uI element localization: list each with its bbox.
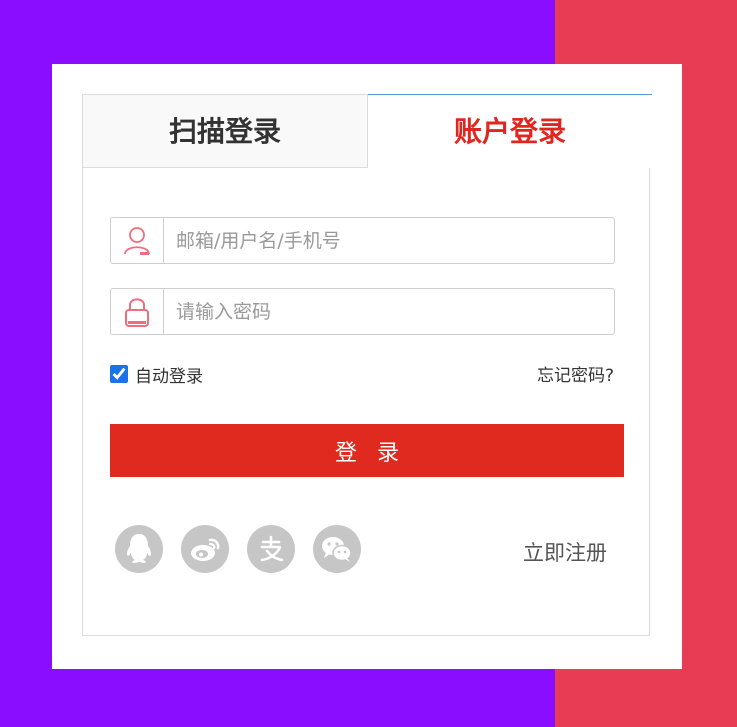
login-panel: 扫描登录 账户登录 自 bbox=[82, 94, 652, 636]
social-login-row bbox=[115, 525, 379, 573]
lock-icon bbox=[111, 289, 164, 334]
forgot-password-link[interactable]: 忘记密码? bbox=[537, 361, 614, 386]
tab-account-login[interactable]: 账户登录 bbox=[368, 94, 652, 168]
qq-icon[interactable] bbox=[115, 525, 163, 573]
username-field bbox=[110, 217, 615, 264]
wechat-icon[interactable] bbox=[313, 525, 361, 573]
remember-me[interactable]: 自动登录 bbox=[110, 363, 203, 387]
login-card: 扫描登录 账户登录 自 bbox=[52, 64, 682, 669]
login-button[interactable]: 登录 bbox=[110, 424, 624, 477]
register-link[interactable]: 立即注册 bbox=[523, 537, 607, 567]
user-icon bbox=[111, 218, 164, 263]
remember-label: 自动登录 bbox=[135, 366, 203, 387]
tab-scan-login[interactable]: 扫描登录 bbox=[82, 94, 368, 168]
alipay-icon[interactable] bbox=[247, 525, 295, 573]
remember-checkbox[interactable] bbox=[110, 365, 128, 383]
username-input[interactable] bbox=[165, 218, 605, 263]
password-field bbox=[110, 288, 615, 335]
password-input[interactable] bbox=[165, 289, 605, 334]
weibo-icon[interactable] bbox=[181, 525, 229, 573]
